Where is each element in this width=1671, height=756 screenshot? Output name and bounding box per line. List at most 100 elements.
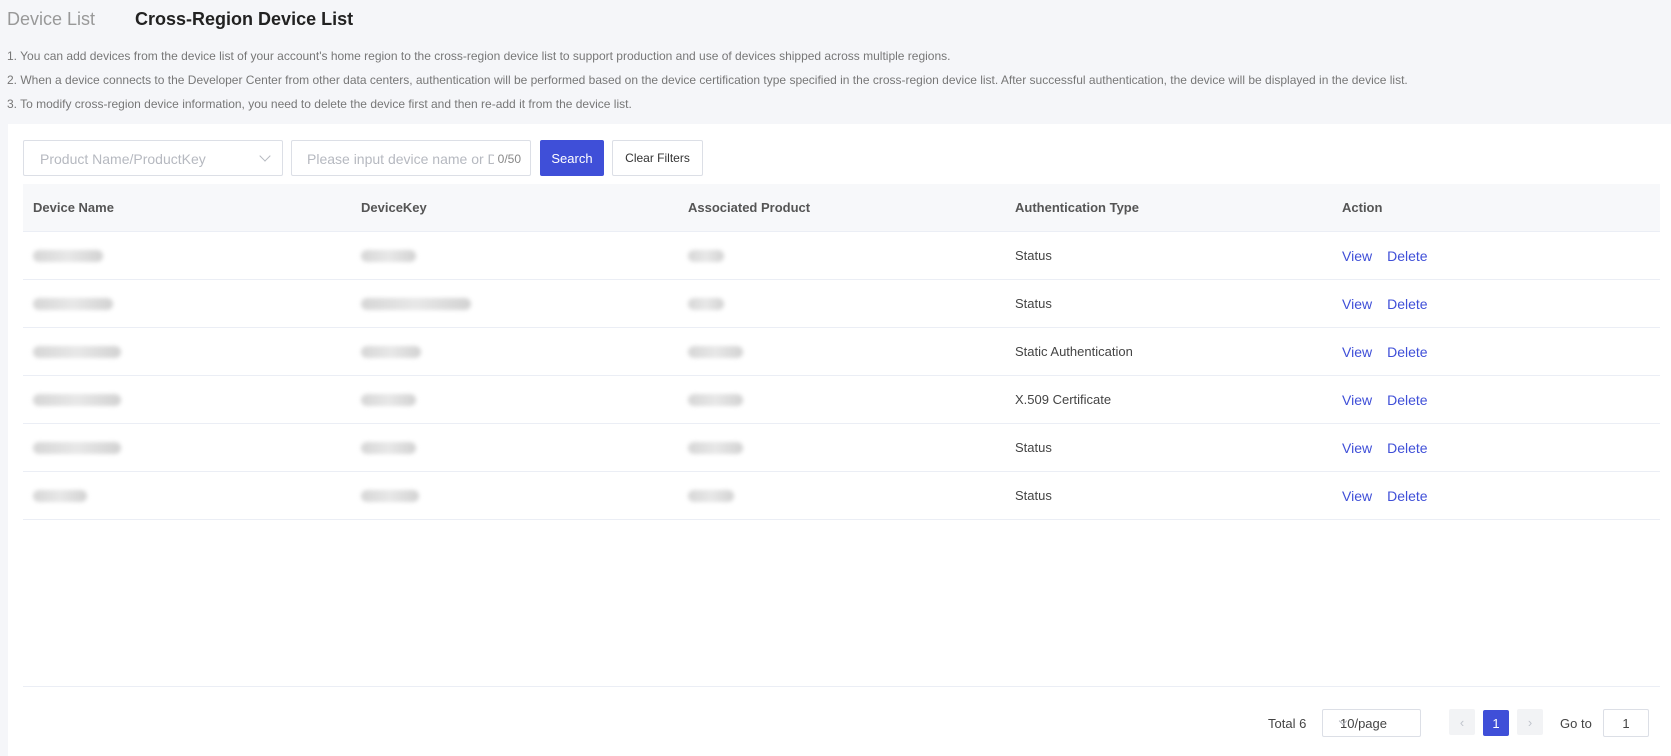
devicekey-cell: [351, 472, 678, 520]
redacted-value: [33, 249, 103, 262]
view-link[interactable]: View: [1342, 344, 1372, 360]
view-link[interactable]: View: [1342, 296, 1372, 312]
table-header: Device Name DeviceKey Associated Product…: [23, 184, 1660, 232]
table-row: Static Authentication View Delete: [23, 328, 1660, 376]
action-cell: View Delete: [1332, 280, 1660, 328]
view-link[interactable]: View: [1342, 392, 1372, 408]
filter-bar: Product Name/ProductKey Please input dev…: [23, 140, 703, 176]
delete-link[interactable]: Delete: [1387, 248, 1427, 264]
clear-filters-button[interactable]: Clear Filters: [612, 140, 703, 176]
delete-link[interactable]: Delete: [1387, 440, 1427, 456]
product-cell: [678, 376, 1005, 424]
device-name-cell: [23, 232, 351, 280]
goto-page-input[interactable]: 1: [1603, 709, 1649, 737]
header-devicekey: DeviceKey: [361, 200, 427, 215]
header-authentication-type: Authentication Type: [1015, 200, 1139, 215]
tab-cross-region-device-list[interactable]: Cross-Region Device List: [135, 9, 353, 30]
char-counter: 0/50: [497, 152, 521, 166]
redacted-value: [688, 345, 743, 358]
chevron-down-icon: [259, 150, 271, 162]
table-row: Status View Delete: [23, 232, 1660, 280]
product-cell: [678, 424, 1005, 472]
auth-type-cell: Status: [1015, 248, 1052, 263]
header-device-name: Device Name: [33, 200, 114, 215]
delete-link[interactable]: Delete: [1387, 392, 1427, 408]
tab-device-list[interactable]: Device List: [7, 9, 95, 30]
redacted-value: [33, 297, 113, 310]
redacted-value: [688, 393, 743, 406]
redacted-value: [33, 393, 121, 406]
pagination: Total 6 10/page ‹ 1 › Go to 1: [23, 709, 1660, 737]
header-action: Action: [1342, 200, 1383, 215]
auth-type-cell: Status: [1015, 488, 1052, 503]
total-count: Total 6: [1268, 716, 1307, 731]
redacted-value: [33, 441, 121, 454]
auth-type-cell: X.509 Certificate: [1015, 392, 1112, 407]
devicekey-cell: [351, 328, 678, 376]
action-cell: View Delete: [1332, 424, 1660, 472]
devicekey-cell: [351, 280, 678, 328]
redacted-value: [688, 441, 743, 454]
redacted-value: [688, 489, 734, 502]
product-select-placeholder: Product Name/ProductKey: [40, 151, 206, 167]
redacted-value: [33, 489, 87, 502]
redacted-value: [688, 249, 724, 262]
tab-bar: Device List Cross-Region Device List: [7, 9, 393, 33]
device-search-placeholder: Please input device name or DeviceKey: [307, 151, 494, 167]
action-cell: View Delete: [1332, 328, 1660, 376]
goto-label: Go to: [1560, 716, 1592, 731]
device-name-cell: [23, 472, 351, 520]
auth-type-cell: Static Authentication: [1015, 344, 1133, 359]
action-cell: View Delete: [1332, 376, 1660, 424]
view-link[interactable]: View: [1342, 440, 1372, 456]
delete-link[interactable]: Delete: [1387, 296, 1427, 312]
auth-type-cell: Status: [1015, 440, 1052, 455]
page-1-button[interactable]: 1: [1483, 710, 1509, 736]
view-link[interactable]: View: [1342, 488, 1372, 504]
delete-link[interactable]: Delete: [1387, 488, 1427, 504]
device-name-cell: [23, 328, 351, 376]
redacted-value: [33, 345, 121, 358]
note-line: 3. To modify cross-region device informa…: [7, 97, 632, 111]
page-size-value: 10/page: [1340, 716, 1387, 731]
page-size-select[interactable]: 10/page: [1322, 709, 1421, 737]
device-name-cell: [23, 424, 351, 472]
table-row: Status View Delete: [23, 280, 1660, 328]
table-row: Status View Delete: [23, 424, 1660, 472]
content-panel: Product Name/ProductKey Please input dev…: [8, 124, 1671, 756]
redacted-value: [688, 297, 724, 310]
redacted-value: [361, 441, 416, 454]
devicekey-cell: [351, 424, 678, 472]
table-row: Status View Delete: [23, 472, 1660, 520]
product-cell: [678, 232, 1005, 280]
device-name-cell: [23, 376, 351, 424]
view-link[interactable]: View: [1342, 248, 1372, 264]
note-line: 2. When a device connects to the Develop…: [7, 73, 1408, 87]
product-cell: [678, 472, 1005, 520]
devicekey-cell: [351, 232, 678, 280]
product-cell: [678, 280, 1005, 328]
redacted-value: [361, 489, 419, 502]
device-table: Device Name DeviceKey Associated Product…: [23, 184, 1660, 520]
redacted-value: [361, 393, 416, 406]
redacted-value: [361, 345, 421, 358]
pagination-divider: [23, 686, 1660, 687]
table-row: X.509 Certificate View Delete: [23, 376, 1660, 424]
action-cell: View Delete: [1332, 472, 1660, 520]
redacted-value: [361, 249, 416, 262]
redacted-value: [361, 297, 471, 310]
note-line: 1. You can add devices from the device l…: [7, 49, 951, 63]
device-name-cell: [23, 280, 351, 328]
devicekey-cell: [351, 376, 678, 424]
product-cell: [678, 328, 1005, 376]
action-cell: View Delete: [1332, 232, 1660, 280]
prev-page-button[interactable]: ‹: [1449, 709, 1475, 735]
next-page-button[interactable]: ›: [1517, 709, 1543, 735]
header-associated-product: Associated Product: [688, 200, 811, 215]
device-search-input[interactable]: Please input device name or DeviceKey 0/…: [291, 140, 531, 176]
search-button[interactable]: Search: [540, 140, 604, 176]
notes: 1. You can add devices from the device l…: [7, 44, 1408, 116]
product-select[interactable]: Product Name/ProductKey: [23, 140, 283, 176]
delete-link[interactable]: Delete: [1387, 344, 1427, 360]
auth-type-cell: Status: [1015, 296, 1052, 311]
